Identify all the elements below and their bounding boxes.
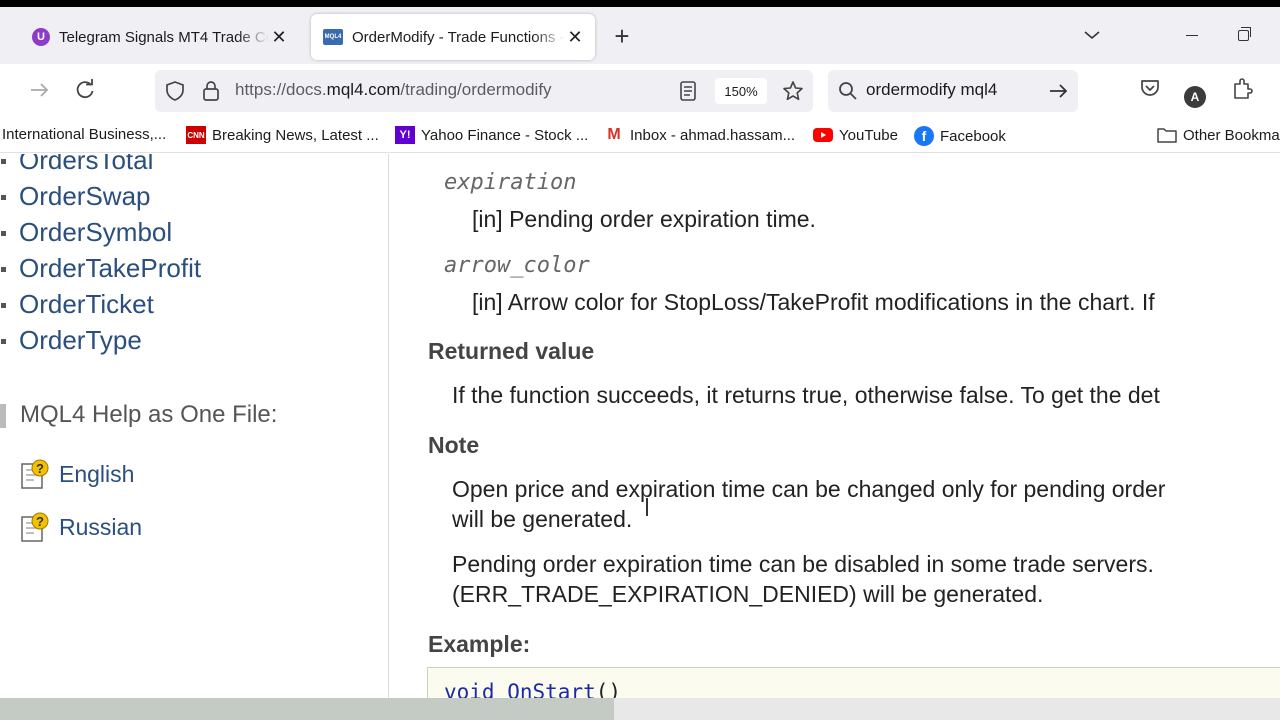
download-russian-link[interactable]: ? Russian: [20, 511, 142, 543]
tab-title: Telegram Signals MT4 Trade Copier: [59, 28, 269, 46]
cnn-icon: CNN: [186, 126, 206, 144]
bookmark-star-icon[interactable]: [782, 80, 804, 102]
bookmark-label: Breaking News, Latest ...: [212, 126, 379, 144]
lock-icon[interactable]: [202, 80, 220, 102]
bookmark-facebook[interactable]: f Facebook: [914, 126, 1006, 146]
minimize-icon[interactable]: [1186, 35, 1198, 36]
code-parens: (): [595, 680, 622, 698]
help-file-header: MQL4 Help as One File:: [20, 401, 278, 428]
download-english-link[interactable]: ? English: [20, 458, 134, 490]
tab-ordermodify[interactable]: MQL4 OrderModify - Trade Functions - MQL…: [311, 14, 595, 60]
url-path: /trading/ordermodify: [400, 80, 552, 99]
new-tab-button[interactable]: +: [610, 23, 634, 51]
horizontal-scrollbar-thumb[interactable]: [0, 698, 615, 720]
bookmark-yahoo-finance[interactable]: Y! Yahoo Finance - Stock ...: [395, 126, 588, 144]
reader-view-icon[interactable]: [679, 81, 697, 101]
svg-text:?: ?: [36, 461, 44, 476]
note-paragraph-1-line-1: Open price and expiration time can be ch…: [452, 476, 1166, 502]
url-domain: mql4.com: [326, 80, 401, 99]
language-label: Russian: [59, 513, 143, 540]
bookmark-label: Inbox - ahmad.hassam...: [630, 126, 796, 144]
text-cursor-icon: [646, 498, 648, 516]
svg-text:?: ?: [36, 514, 44, 529]
sidebar: OrdersTotal OrderSwap OrderSymbol OrderT…: [0, 154, 389, 698]
back-forward-icon[interactable]: [26, 77, 52, 103]
note-paragraph-1-line-2: will be generated.: [452, 506, 633, 532]
sidebar-function-list: OrdersTotal OrderSwap OrderSymbol OrderT…: [0, 154, 201, 358]
list-all-tabs-icon[interactable]: [1082, 25, 1102, 45]
sidebar-item-orderticket[interactable]: OrderTicket: [0, 286, 201, 322]
extensions-icon[interactable]: [1231, 77, 1253, 101]
go-arrow-icon[interactable]: [1048, 81, 1068, 101]
code-keyword: void: [444, 680, 495, 698]
sidebar-item-ordersymbol[interactable]: OrderSymbol: [0, 214, 201, 250]
sidebar-item-ordertakeprofit[interactable]: OrderTakeProfit: [0, 250, 201, 286]
page-content: OrdersTotal OrderSwap OrderSymbol OrderT…: [0, 154, 1280, 698]
help-file-icon: ?: [21, 459, 49, 489]
tab-title: OrderModify - Trade Functions - MQL4 Ref…: [352, 28, 565, 46]
youtube-icon: [813, 126, 833, 144]
search-icon: [839, 82, 857, 100]
note-paragraph-2-line-1: Pending order expiration time can be dis…: [452, 551, 1154, 577]
close-tab-icon[interactable]: ✕: [269, 27, 289, 47]
param-name-expiration: expiration: [444, 170, 577, 195]
facebook-icon: f: [914, 126, 934, 146]
tab-strip: U Telegram Signals MT4 Trade Copier ✕ MQ…: [0, 7, 1280, 64]
url-prefix: https://docs.: [235, 80, 327, 99]
section-marker: [0, 404, 6, 428]
yahoo-icon: Y!: [395, 126, 415, 144]
horizontal-scrollbar[interactable]: [0, 698, 1280, 720]
browser-window: U Telegram Signals MT4 Trade Copier ✕ MQ…: [0, 7, 1280, 720]
bookmark-label: International Business,...: [2, 126, 167, 143]
close-tab-icon[interactable]: ✕: [565, 27, 585, 47]
account-avatar[interactable]: A: [1184, 86, 1206, 108]
code-example: void OnStart(): [427, 667, 1280, 698]
bookmark-cnn[interactable]: CNN Breaking News, Latest ...: [186, 126, 379, 144]
sidebar-item-orderstotal[interactable]: OrdersTotal: [0, 154, 201, 178]
bookmark-other-bookmarks[interactable]: Other Bookmarks: [1157, 126, 1280, 144]
note-heading: Note: [428, 432, 480, 458]
returned-value-heading: Returned value: [428, 338, 595, 364]
help-file-icon: ?: [21, 512, 49, 542]
url-text[interactable]: https://docs.mql4.com/trading/ordermodif…: [235, 80, 552, 100]
search-bar[interactable]: ordermodify mql4: [828, 70, 1078, 112]
sidebar-item-orderswap[interactable]: OrderSwap: [0, 178, 201, 214]
returned-value-text: If the function succeeds, it returns tru…: [452, 382, 1160, 408]
language-label: English: [59, 460, 135, 487]
mql4-icon: MQL4: [323, 29, 343, 45]
bookmark-ibm[interactable]: International Business,...: [2, 126, 166, 143]
bookmark-label: Facebook: [940, 127, 1006, 145]
code-function-name: OnStart: [507, 680, 596, 698]
param-desc-arrow-color: [in] Arrow color for StopLoss/TakeProfit…: [472, 289, 1155, 315]
bookmark-gmail[interactable]: M Inbox - ahmad.hassam...: [604, 126, 795, 144]
param-desc-expiration: [in] Pending order expiration time.: [472, 206, 816, 232]
sidebar-item-ordertype[interactable]: OrderType: [0, 322, 201, 358]
url-bar[interactable]: https://docs.mql4.com/trading/ordermodif…: [155, 70, 813, 112]
bookmark-label: YouTube: [839, 126, 898, 144]
search-query[interactable]: ordermodify mql4: [866, 80, 997, 100]
reload-icon[interactable]: [72, 77, 98, 103]
shield-icon[interactable]: [165, 81, 185, 101]
bookmarks-bar: International Business,... CNN Breaking N…: [0, 117, 1280, 153]
bookmark-label: Other Bookmarks: [1183, 126, 1280, 144]
navigation-bar: https://docs.mql4.com/trading/ordermodif…: [0, 64, 1280, 117]
doc-content: expiration [in] Pending order expiration…: [390, 154, 1280, 698]
example-heading: Example:: [428, 631, 531, 657]
bookmark-youtube[interactable]: YouTube: [813, 126, 898, 144]
folder-icon: [1157, 126, 1177, 144]
tab-telegram-signals[interactable]: U Telegram Signals MT4 Trade Copier ✕: [20, 14, 299, 60]
zoom-level-button[interactable]: 150%: [715, 78, 767, 104]
param-name-arrow-color: arrow_color: [444, 253, 590, 278]
pocket-icon[interactable]: [1139, 77, 1161, 99]
bookmark-label: Yahoo Finance - Stock ...: [421, 126, 589, 144]
note-paragraph-2-line-2: (ERR_TRADE_EXPIRATION_DENIED) will be ge…: [452, 581, 1044, 607]
code-line: void OnStart(): [444, 680, 621, 698]
telegram-copier-icon: U: [32, 28, 50, 46]
restore-window-icon[interactable]: [1238, 27, 1251, 41]
gmail-icon: M: [604, 126, 624, 144]
